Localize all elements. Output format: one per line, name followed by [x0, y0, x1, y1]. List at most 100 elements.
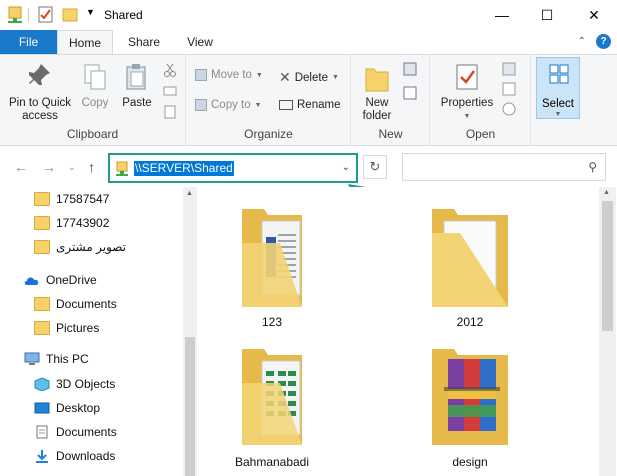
chevron-down-icon: ▼ — [554, 111, 562, 118]
scroll-up-icon[interactable]: ▲ — [603, 189, 610, 196]
chevron-down-icon: ▼ — [254, 101, 262, 109]
up-arrow-icon[interactable]: ↑ — [88, 159, 95, 175]
properties-label: Properties — [440, 97, 494, 109]
refresh-button[interactable]: ↻ — [363, 155, 387, 179]
properties-button[interactable]: Properties ▼ — [437, 63, 497, 123]
drive-network-icon — [116, 161, 128, 176]
copy-icon — [84, 64, 106, 90]
search-input[interactable]: ⚲ — [402, 153, 606, 181]
select-grid-icon — [549, 64, 569, 84]
close-button[interactable]: ✕ — [571, 0, 617, 30]
minimize-button[interactable]: — — [479, 0, 525, 30]
select-button[interactable]: Select ▼ — [536, 57, 580, 119]
pin-icon — [29, 64, 50, 85]
new-group: New folder New — [352, 55, 430, 145]
tab-share[interactable]: Share — [118, 30, 170, 54]
organize-group: Move to ▼ Copy to ▼ ✕ Delete ▼ Rename Or… — [187, 55, 351, 145]
rename-icon — [279, 100, 293, 110]
content-scrollbar-thumb[interactable] — [602, 201, 613, 331]
tab-view[interactable]: View — [176, 30, 224, 54]
tab-home[interactable]: Home — [57, 30, 113, 55]
select-label: Select — [542, 98, 574, 110]
folder-icon — [432, 209, 508, 307]
address-bar[interactable]: \\SERVER\Shared ⌄ — [108, 153, 358, 183]
folder-icon — [34, 216, 50, 230]
paste-button[interactable]: Paste — [118, 63, 156, 110]
content-scrollbar[interactable]: ▲ — [599, 187, 616, 476]
nav-item-this-pc[interactable]: This PC — [24, 347, 204, 371]
copy-button[interactable]: Copy — [78, 63, 112, 110]
nav-item-label: 3D Objects — [56, 377, 116, 391]
chevron-down-icon: ▼ — [331, 74, 339, 81]
open-group: Properties ▼ Open — [431, 55, 531, 145]
drive-network-icon — [8, 6, 22, 23]
nav-item-label: OneDrive — [46, 273, 97, 287]
folder-spreadsheets-icon — [242, 349, 302, 445]
properties-icon — [456, 64, 478, 90]
paste-label: Paste — [122, 97, 152, 109]
file-tile[interactable]: 123 — [202, 203, 342, 333]
chevron-down-icon: ▼ — [463, 113, 471, 120]
nav-item-label: Documents — [56, 297, 117, 311]
delete-button[interactable]: ✕ Delete ▼ — [279, 69, 339, 86]
rename-label: Rename — [297, 99, 341, 111]
clipboard-group-label: Clipboard — [66, 127, 119, 141]
new-item-icon[interactable] — [402, 61, 422, 79]
new-folder-label-line1: New — [365, 97, 389, 109]
help-icon[interactable]: ? — [596, 34, 611, 49]
documents-icon — [36, 425, 48, 439]
navigation-pane: 17587547 17743902 تصویر مشتری OneDrive D… — [0, 187, 200, 476]
nav-item-label: تصویر مشتری — [56, 240, 127, 254]
open-group-label: Open — [465, 127, 496, 141]
rename-button[interactable]: Rename — [279, 99, 340, 111]
chevron-down-icon: ▼ — [255, 71, 263, 79]
nav-scrollbar-thumb[interactable] — [185, 337, 195, 476]
maximize-button[interactable]: ☐ — [524, 0, 570, 30]
title-bar: ▼ Shared — ☐ ✕ — [0, 0, 617, 30]
copy-path-icon[interactable] — [163, 85, 177, 97]
properties-check-icon[interactable] — [38, 6, 54, 24]
nav-item-onedrive[interactable]: OneDrive — [24, 268, 204, 292]
nav-item-label: 17743902 — [56, 216, 110, 230]
recent-locations-icon[interactable]: ⌄ — [68, 162, 76, 173]
new-folder-button[interactable]: New folder — [356, 63, 398, 123]
move-to-button[interactable]: Move to ▼ — [195, 69, 263, 81]
file-list: 123 2012 Bahmanabadi design ▲ — [200, 187, 617, 476]
computer-icon — [24, 352, 40, 365]
cube-icon — [34, 377, 50, 391]
edit-icon[interactable] — [501, 81, 523, 97]
nav-item-label: Downloads — [56, 449, 116, 463]
cut-icon[interactable] — [163, 63, 177, 77]
address-path[interactable]: \\SERVER\Shared — [134, 161, 234, 176]
clipboard-group: Pin to Quick access Copy Paste Clipboard — [0, 55, 186, 145]
paste-shortcut-icon[interactable] — [163, 105, 177, 119]
address-row: ← → ⌄ ↑ \\SERVER\Shared ⌄ ↻ ⚲ — [0, 147, 617, 187]
file-tile[interactable]: design — [400, 343, 540, 473]
back-arrow-icon[interactable]: ← — [14, 159, 28, 175]
history-icon[interactable] — [501, 101, 523, 117]
new-folder-icon[interactable] — [62, 6, 78, 24]
file-tile[interactable]: Bahmanabadi — [202, 343, 342, 473]
tab-file[interactable]: File — [0, 30, 57, 54]
organize-group-label: Organize — [244, 127, 293, 141]
scroll-up-icon[interactable]: ▲ — [186, 190, 193, 197]
pin-to-quick-access-button[interactable]: Pin to Quick access — [4, 63, 76, 123]
open-icon[interactable] — [501, 61, 523, 77]
folder-icon — [34, 321, 50, 335]
easy-access-icon[interactable] — [402, 85, 422, 103]
folder-archive-icon — [432, 349, 508, 445]
chevron-down-icon[interactable]: ⌄ — [342, 162, 350, 173]
folder-icon — [34, 192, 50, 206]
copy-to-button[interactable]: Copy to ▼ — [195, 99, 262, 111]
chevron-up-icon[interactable]: ⌃ — [578, 36, 586, 47]
forward-arrow-icon[interactable]: → — [42, 159, 56, 175]
file-tile[interactable]: 2012 — [400, 203, 540, 333]
copy-to-label: Copy to — [211, 99, 251, 111]
search-icon: ⚲ — [588, 160, 597, 174]
file-name: design — [452, 455, 488, 469]
customize-quick-access-icon[interactable]: ▼ — [86, 7, 95, 17]
file-name: 123 — [261, 315, 283, 329]
refresh-icon: ↻ — [369, 159, 381, 174]
file-name: 2012 — [456, 315, 484, 329]
nav-scrollbar[interactable]: ▲ — [183, 187, 197, 476]
